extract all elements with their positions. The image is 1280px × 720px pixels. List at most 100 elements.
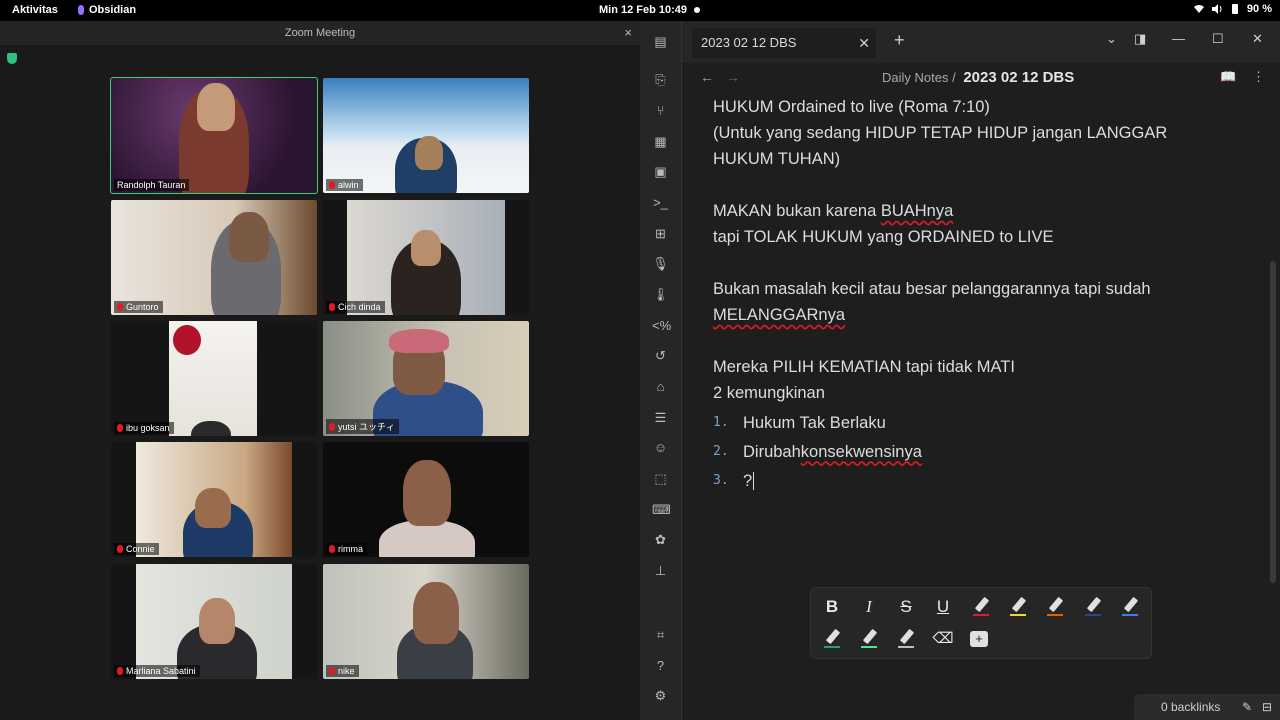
note-editor[interactable]: HUKUM Ordained to live (Roma 7:10) (Untu… [713,94,1233,495]
participant-hat [389,329,449,353]
misspelled-word: konsekwensinya [800,442,922,461]
list-item: 3.? [713,471,755,490]
participant-face [415,136,443,170]
new-tab-icon[interactable]: + [894,30,905,51]
templates-icon[interactable]: ⊞ [652,225,669,242]
underline-button[interactable]: U [932,596,954,618]
eraser-icon[interactable]: ⌫ [932,628,954,650]
note-line: 2 kemungkinan [713,384,825,402]
highlight-green-pen-icon[interactable] [821,628,843,650]
microphone-icon[interactable]: 🎙 [652,255,669,272]
muted-mic-icon [329,303,335,311]
obsidian-window: ▤ ⎘ ⑂ ▦ ▣ >_ ⊞ 🎙 🌡 <% ↺ ⌂ ☰ ☺ ⬚ ⌨ ✿ ⊥ ⌗ … [640,21,1280,720]
video-tile-cich-dinda[interactable]: Cich dinda [323,200,529,315]
video-tile-yutsi[interactable]: yutsi ユッチィ [323,321,529,436]
bold-button[interactable]: B [821,596,843,618]
muted-mic-icon [329,667,335,675]
video-tile-randolph[interactable]: Randolph Tauran [110,77,318,194]
video-tile-connie[interactable]: Connie [111,442,317,557]
video-tile-rimma[interactable]: rimma [323,442,529,557]
tab-bar: 2023 02 12 DBS ✕ + ⌄ ◨ — ☐ ✕ [682,21,1280,63]
home-icon[interactable]: ⌂ [652,378,669,395]
tab-close-icon[interactable]: ✕ [858,28,870,58]
strikethrough-button[interactable]: S [895,596,917,618]
italic-button[interactable]: I [858,596,880,618]
settings-gear-icon[interactable]: ⚙ [652,687,669,704]
sync-status-icon[interactable]: ⊟ [1262,694,1272,720]
zoom-titlebar[interactable]: Zoom Meeting × [0,21,640,45]
zoom-window: Zoom Meeting × Randolph Tauran alwin Gun… [0,21,640,720]
more-options-icon[interactable]: ⋮ [1252,69,1265,85]
backlinks-count[interactable]: 0 backlinks [1161,700,1220,714]
presentation-icon[interactable]: ⌨ [652,501,671,518]
system-tray[interactable]: 90 % [1193,3,1272,15]
empty-line [713,250,1233,276]
highlight-orange-pen-icon[interactable] [1044,596,1066,618]
highlight-dark-blue-pen-icon[interactable] [1082,596,1104,618]
ordered-list: 1. Hukum Tak Berlaku 2. Dirubah konsekwens… [713,408,1233,495]
highlight-gray-pen-icon[interactable] [895,628,917,650]
sidebar-toggle-icon[interactable]: ▤ [652,33,669,50]
terminal-icon[interactable]: >_ [652,194,669,211]
reading-view-icon[interactable]: 📖 [1220,69,1236,85]
breadcrumb-current[interactable]: 2023 02 12 DBS [963,69,1074,86]
highlight-blue-pen-icon[interactable] [1119,596,1141,618]
participant-name-label: yutsi ユッチィ [326,419,400,434]
window-close-icon[interactable]: ✕ [1252,31,1263,47]
participant-name-label: Marliana Sabatini [114,665,200,677]
muted-mic-icon [117,303,123,311]
tab-list-chevron-down-icon[interactable]: ⌄ [1106,31,1117,47]
note-line: Bukan masalah kecil atau besar pelanggar… [713,280,1151,298]
muted-mic-icon [117,424,123,432]
flower-decoration [173,325,201,355]
muted-mic-icon [329,422,335,431]
breadcrumb-parent[interactable]: Daily Notes [882,70,948,85]
note-line: (Untuk yang sedang HIDUP TETAP HIDUP jan… [713,124,1168,142]
list-item: 2. Dirubah konsekwensinya [713,437,1233,466]
tab-note[interactable]: 2023 02 12 DBS ✕ [692,28,876,58]
formatting-toolbar: B I S U ⌫ + [810,587,1152,659]
highlight-yellow-pen-icon[interactable] [1007,596,1029,618]
video-tile-guntoro[interactable]: Guntoro [111,200,317,315]
highlight-red-pen-icon[interactable] [970,596,992,618]
muted-mic-icon [117,545,123,553]
help-icon[interactable]: ? [652,657,669,674]
muted-mic-icon [329,181,335,189]
smiley-icon[interactable]: ☺ [652,439,669,456]
highlight-light-green-pen-icon[interactable] [858,628,880,650]
security-shield-icon[interactable] [7,53,17,64]
muted-mic-icon [329,545,335,553]
minimize-icon[interactable]: — [1172,31,1185,46]
vault-switch-icon[interactable]: ⌗ [652,626,669,643]
participant-name-label: nike [326,665,359,677]
undo-icon[interactable]: ↺ [652,347,669,364]
calendar-icon[interactable]: ▣ [652,163,669,180]
activities-button[interactable]: Aktivitas [12,4,58,16]
canvas-icon[interactable]: ▦ [652,133,669,150]
breadcrumb-separator: / [952,70,956,85]
plugins-icon[interactable]: ✿ [652,531,669,548]
edit-mode-pencil-icon[interactable]: ✎ [1242,694,1252,720]
video-tile-alwin[interactable]: alwin [323,78,529,193]
video-tile-nike[interactable]: nike [323,564,529,679]
percent-code-icon[interactable]: <% [652,317,671,334]
thermometer-icon[interactable]: 🌡 [652,286,669,303]
cursor-box-icon[interactable]: ⬚ [652,470,669,487]
maximize-icon[interactable]: ☐ [1212,31,1224,47]
clock[interactable]: Min 12 Feb 10:49 [599,4,687,16]
video-tile-marliana[interactable]: Marliana Sabatini [111,564,317,679]
video-tile-ibu-goksan[interactable]: ibu goksan [111,321,317,436]
editor-scrollbar[interactable] [1270,261,1276,583]
graph-view-icon[interactable]: ⑂ [652,102,669,119]
zoom-close-button[interactable]: × [624,21,632,45]
list-add-icon[interactable]: ☰ [652,409,669,426]
note-line: HUKUM TUHAN) [713,150,841,168]
stamp-icon[interactable]: ⊥ [652,562,669,579]
right-sidebar-toggle-icon[interactable]: ◨ [1134,31,1146,47]
system-topbar: Aktivitas Obsidian Min 12 Feb 10:49 90 % [0,0,1280,21]
open-file-icon[interactable]: ⎘ [652,71,669,88]
back-arrow-icon[interactable]: ← [700,69,714,85]
forward-arrow-icon[interactable]: → [726,69,740,85]
app-menu[interactable]: Obsidian [78,4,136,16]
add-comment-icon[interactable]: + [970,631,988,647]
